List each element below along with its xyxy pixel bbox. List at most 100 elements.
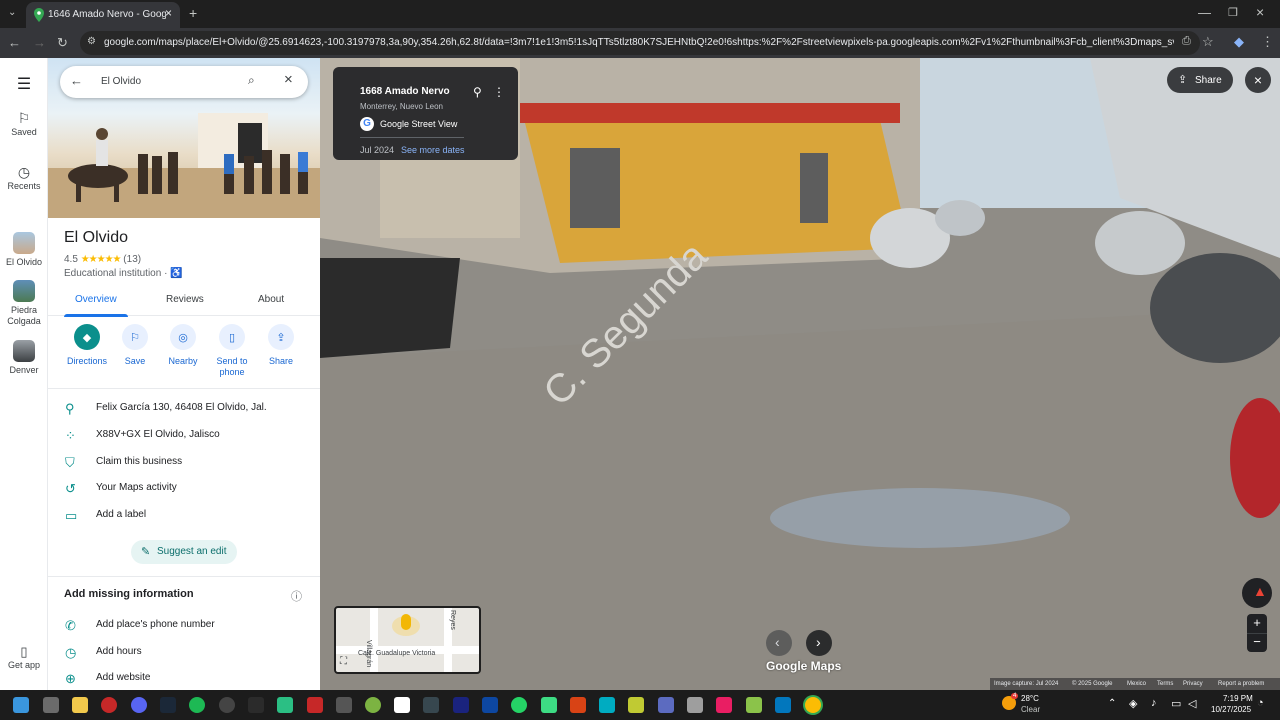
hamburger-menu-icon[interactable]: ☰	[0, 74, 48, 94]
window-close-icon[interactable]: ×	[1256, 4, 1264, 20]
tab-about[interactable]: About	[258, 294, 284, 305]
app-icon[interactable]	[570, 697, 586, 713]
install-app-icon[interactable]: ⎙	[1182, 35, 1191, 48]
clock-time[interactable]: 7:19 PM	[1223, 694, 1253, 703]
app-icon[interactable]	[628, 697, 644, 713]
address-bar[interactable]: ⚙ google.com/maps/place/El+Olvido/@25.69…	[80, 31, 1200, 55]
bookmark-star-icon[interactable]: ☆	[1202, 34, 1214, 50]
see-more-dates-link[interactable]: See more dates	[401, 145, 465, 155]
minimize-icon[interactable]: —	[1198, 5, 1211, 20]
app-icon[interactable]	[248, 697, 264, 713]
zoom-out-button[interactable]: −	[1247, 633, 1267, 652]
tab-overview[interactable]: Overview	[75, 294, 117, 305]
street-view-canvas[interactable]: C. Segunda 1668 Amado Nervo ⚲ ⋮ Monterre…	[320, 58, 1280, 690]
app-icon[interactable]	[541, 697, 557, 713]
app-icon[interactable]	[307, 697, 323, 713]
discord-icon[interactable]	[131, 697, 147, 713]
task-view-icon[interactable]	[43, 697, 59, 713]
chrome-icon[interactable]	[805, 697, 821, 713]
app-icon[interactable]	[365, 697, 381, 713]
nearby-button[interactable]: ◎ Nearby	[156, 324, 210, 366]
address-row[interactable]: ⚲ Felix García 130, 46408 El Olvido, Jal…	[48, 398, 320, 420]
search-input[interactable]: El Olvido	[101, 76, 141, 87]
rail-saved[interactable]: ⚐ Saved	[0, 110, 48, 137]
privacy-link[interactable]: Privacy	[1183, 681, 1203, 687]
compass-icon[interactable]: ▲	[1242, 578, 1272, 608]
add-hours-row[interactable]: ◷ Add hours	[48, 642, 320, 664]
pegman-icon[interactable]	[401, 614, 411, 630]
forward-icon[interactable]: →	[33, 35, 46, 50]
clock-date[interactable]: 10/27/2025	[1211, 705, 1251, 714]
rail-recent-denver[interactable]: Denver	[0, 340, 48, 375]
back-icon[interactable]: ←	[8, 35, 21, 50]
maps-activity-row[interactable]: ↺ Your Maps activity	[48, 478, 320, 500]
previous-image-button[interactable]: ‹	[766, 630, 792, 656]
share-button[interactable]: ⇪ Share	[254, 324, 308, 366]
start-windows-icon[interactable]	[13, 697, 29, 713]
file-explorer-icon[interactable]	[72, 697, 88, 713]
claim-business-row[interactable]: ⛉ Claim this business	[48, 452, 320, 474]
animate-icon[interactable]	[453, 697, 469, 713]
suggest-edit-button[interactable]: ✎ Suggest an edit	[131, 540, 237, 564]
network-icon[interactable]: ▭	[1171, 697, 1181, 710]
add-website-row[interactable]: ⊕ Add website	[48, 668, 320, 690]
tab-reviews[interactable]: Reviews	[166, 294, 204, 305]
rail-recent-piedra-colgada[interactable]: Piedra Colgada	[0, 280, 48, 327]
expand-minimap-icon[interactable]: ⛶	[340, 656, 347, 667]
close-street-view-icon[interactable]: ×	[1245, 67, 1271, 93]
restore-icon[interactable]: ❐	[1228, 6, 1238, 19]
profile-icon[interactable]: ◆	[1234, 34, 1244, 50]
settings-icon[interactable]	[687, 697, 703, 713]
rating-row[interactable]: 4.5 ★★★★★ (13)	[64, 254, 141, 265]
microphone-icon[interactable]: ♪	[1151, 697, 1157, 709]
tray-app-icon[interactable]: ◈	[1129, 697, 1137, 710]
menu-kebab-icon[interactable]: ⋮	[1261, 34, 1274, 50]
help-icon[interactable]: ⓘ	[291, 588, 302, 604]
street-view-share-button[interactable]: ⇪ Share	[1167, 67, 1233, 93]
location-pin-icon[interactable]: ⚲	[473, 85, 482, 99]
spotify-icon[interactable]	[189, 697, 205, 713]
steam-icon[interactable]	[160, 697, 176, 713]
site-info-icon[interactable]: ⚙	[87, 36, 96, 47]
app-icon[interactable]	[277, 697, 293, 713]
back-arrow-icon[interactable]: ←	[70, 73, 83, 88]
review-count[interactable]: (13)	[123, 254, 141, 265]
new-tab-icon[interactable]: +	[189, 5, 197, 21]
tab-close-icon[interactable]: ×	[165, 6, 172, 20]
volume-icon[interactable]: ◁	[1188, 697, 1196, 710]
add-label-row[interactable]: ▭ Add a label	[48, 505, 320, 527]
rail-get-app[interactable]: ▯ Get app	[0, 644, 48, 670]
app-icon[interactable]	[716, 697, 732, 713]
app-icon[interactable]	[599, 697, 615, 713]
app-icon[interactable]	[775, 697, 791, 713]
app-icon[interactable]	[394, 697, 410, 713]
reload-icon[interactable]: ↻	[57, 35, 68, 51]
rail-recents[interactable]: ◷ Recents	[0, 164, 48, 191]
app-icon[interactable]	[336, 697, 352, 713]
tray-chevron-up-icon[interactable]: ⌃	[1108, 698, 1116, 709]
region-link[interactable]: Mexico	[1127, 681, 1146, 687]
tab-search-icon[interactable]: ⌄	[8, 7, 16, 18]
app-icon[interactable]	[658, 697, 674, 713]
rail-recent-el-olvido[interactable]: El Olvido	[0, 232, 48, 267]
whatsapp-icon[interactable]	[511, 697, 527, 713]
app-icon[interactable]	[219, 697, 235, 713]
clear-search-icon[interactable]: ×	[284, 71, 293, 88]
zoom-in-button[interactable]: +	[1247, 614, 1267, 633]
send-to-phone-button[interactable]: ▯ Send to phone	[205, 324, 259, 378]
directions-button[interactable]: ◆ Directions	[60, 324, 114, 366]
save-button[interactable]: ⚐ Save	[108, 324, 162, 366]
plus-code-row[interactable]: ⁘ X88V+GX El Olvido, Jalisco	[48, 425, 320, 447]
opera-icon[interactable]	[101, 697, 117, 713]
search-box[interactable]: ← El Olvido ⌕ ×	[60, 66, 308, 98]
add-phone-row[interactable]: ✆ Add place's phone number	[48, 615, 320, 637]
report-problem-link[interactable]: Report a problem	[1218, 681, 1264, 687]
next-image-button[interactable]: ›	[806, 630, 832, 656]
app-icon[interactable]	[482, 697, 498, 713]
search-icon[interactable]: ⌕	[248, 73, 255, 88]
browser-tab-active[interactable]: 1646 Amado Nervo - Google M ×	[26, 2, 180, 28]
notifications-icon[interactable]: ◔	[1257, 697, 1264, 709]
more-options-icon[interactable]: ⋮	[493, 85, 505, 99]
terms-link[interactable]: Terms	[1157, 681, 1173, 687]
street-view-minimap[interactable]: Villagrán Calz. Guadalupe Victoria Reyes…	[334, 606, 481, 674]
